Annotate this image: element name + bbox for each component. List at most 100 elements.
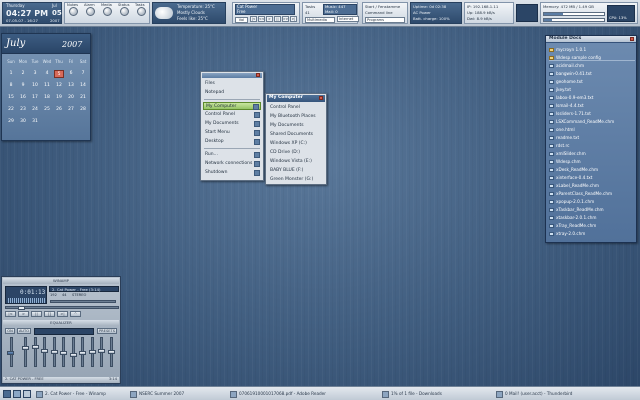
my-computer-item[interactable]: My Bluetooth Places — [268, 113, 324, 121]
seek-bar[interactable] — [5, 306, 119, 310]
eq-band-slider[interactable] — [22, 337, 30, 367]
module-doc-item[interactable]: bangwin-0.41.txt — [549, 70, 635, 77]
eq-on-toggle[interactable]: ON — [5, 328, 15, 334]
calendar-day[interactable]: 18 — [42, 94, 52, 102]
start-label[interactable]: Start / Fenstamme — [365, 5, 400, 9]
pause-button[interactable]: || — [274, 16, 281, 22]
eq-band-slider[interactable] — [60, 337, 68, 367]
start-menu-item-network-connections[interactable]: Network connections — [203, 160, 261, 168]
close-icon[interactable] — [630, 37, 634, 41]
module-doc-item[interactable]: mycroyn 1.0.1 — [549, 46, 635, 53]
eq-band-slider[interactable] — [31, 337, 40, 367]
module-doc-item[interactable]: xTaskbar_ReadMe.chm — [549, 206, 635, 213]
calendar-day[interactable]: 2 — [18, 70, 28, 78]
calendar-day[interactable]: 15 — [6, 94, 16, 102]
calendar-day[interactable]: 22 — [6, 106, 16, 114]
module-doc-item[interactable]: Wdesp.chm — [549, 158, 635, 165]
my-computer-item[interactable]: Control Panel — [268, 104, 324, 112]
programs-button[interactable]: Programs — [365, 17, 405, 23]
calendar-day[interactable]: 24 — [30, 106, 40, 114]
calendar-day[interactable]: 11 — [42, 82, 52, 90]
tasks-icon[interactable] — [137, 7, 146, 16]
taskbar-task[interactable]: NSERC Summer 2007 — [130, 389, 184, 399]
eq-band-slider[interactable] — [41, 337, 49, 367]
alarm-icon[interactable] — [86, 7, 95, 16]
calendar-day[interactable]: 5 — [54, 70, 64, 78]
calendar-day[interactable]: 13 — [66, 82, 76, 90]
equalizer-titlebar[interactable]: EQUALIZER — [3, 320, 119, 326]
weather-widget[interactable]: Temperature: 25°C Mostly Clouds Feels li… — [152, 2, 226, 24]
calendar-day[interactable]: 6 — [66, 70, 76, 78]
calendar-day[interactable]: 31 — [30, 118, 40, 126]
rewind-button[interactable]: << — [258, 16, 265, 22]
calendar-day[interactable]: 12 — [54, 82, 64, 90]
calendar-day[interactable]: 19 — [54, 94, 64, 102]
eq-band-slider[interactable] — [69, 337, 78, 367]
my-computer-item[interactable]: BABY BLUE (F:) — [268, 167, 324, 175]
start-menu-item-files[interactable]: Files — [203, 80, 261, 88]
module-doc-item[interactable]: readme.txt — [549, 134, 635, 141]
eq-presets-button[interactable]: PRESETS — [97, 328, 117, 334]
module-doc-item[interactable]: LSXCommand_ReadMe.chm — [549, 118, 635, 125]
my-computer-item[interactable]: Shared Documents — [268, 131, 324, 139]
start-icon[interactable] — [3, 390, 11, 398]
calendar-day[interactable]: 29 — [6, 118, 16, 126]
module-doc-item[interactable]: lssliders-1.71.txt — [549, 110, 635, 117]
eq-band-slider[interactable] — [107, 337, 116, 367]
my-computer-item[interactable]: Green Monster (G:) — [268, 176, 324, 184]
calendar-day[interactable]: 27 — [66, 106, 76, 114]
start-menu-item-control-panel[interactable]: Control Panel — [203, 111, 261, 119]
start-menu-item-run[interactable]: Run... — [203, 151, 261, 159]
calendar-day[interactable]: 1 — [6, 70, 16, 78]
module-doc-item[interactable]: xTray_ReadMe.chm — [549, 222, 635, 229]
eq-band-slider[interactable] — [88, 337, 97, 367]
my-computer-item[interactable]: Windows XP (C:) — [268, 140, 324, 148]
status-icon[interactable] — [120, 7, 129, 16]
module-doc-item[interactable]: jkey.txt — [549, 86, 635, 93]
volume-slider[interactable] — [50, 300, 116, 303]
calendar-day[interactable]: 26 — [54, 106, 64, 114]
multimedia-button[interactable]: Multimedia — [305, 17, 335, 23]
eq-band-slider[interactable] — [50, 337, 59, 367]
calendar-day[interactable]: 16 — [18, 94, 28, 102]
module-doc-item[interactable]: Wdesp sample config — [549, 54, 635, 61]
module-doc-item[interactable]: xtaskbar-2.0.1.chm — [549, 214, 635, 221]
calendar-day[interactable]: 28 — [78, 106, 88, 114]
eq-auto-toggle[interactable]: AUTO — [17, 328, 31, 334]
calendar-day[interactable]: 7 — [78, 70, 88, 78]
close-icon[interactable] — [319, 96, 323, 100]
calendar-day[interactable]: 9 — [18, 82, 28, 90]
module-doc-item[interactable]: xinterface-0.4.txt — [549, 174, 635, 181]
winamp-pause-button[interactable]: || — [31, 311, 42, 317]
module-doc-item[interactable]: rdst.rc — [549, 142, 635, 149]
calendar-day[interactable]: 23 — [18, 106, 28, 114]
close-icon[interactable] — [256, 73, 260, 77]
module-doc-item[interactable]: xDesk_ReadMe.chm — [549, 166, 635, 173]
nukes-icon[interactable] — [69, 7, 78, 16]
media-icon[interactable] — [103, 7, 112, 16]
winamp-play-button[interactable]: > — [18, 311, 29, 317]
show-desktop-icon[interactable] — [13, 390, 21, 398]
winamp-stop-button[interactable]: [] — [44, 311, 55, 317]
module-doc-item[interactable]: one.html — [549, 126, 635, 133]
my-computer-item[interactable]: CD Drive (D:) — [268, 149, 324, 157]
module-doc-item[interactable]: xmlSlider.chm — [549, 150, 635, 157]
clock-widget[interactable]: Thursday Jul 04:27 PM 05 07-05-07 - 16:2… — [2, 2, 62, 24]
my-computer-item[interactable]: My Documents — [268, 122, 324, 130]
module-doc-item[interactable]: lsmail-4.4.txt — [549, 102, 635, 109]
seek-knob[interactable] — [18, 306, 25, 310]
calendar-day[interactable]: 14 — [78, 82, 88, 90]
start-menu-item-start-menu[interactable]: Start Menu — [203, 129, 261, 137]
eq-band-slider[interactable] — [98, 337, 106, 367]
forward-button[interactable]: >> — [282, 16, 289, 22]
calendar-day[interactable]: 17 — [30, 94, 40, 102]
calendar-day[interactable]: 21 — [78, 94, 88, 102]
taskbar-task[interactable]: 2. Cat Power - Free - Winamp — [36, 389, 106, 399]
preamp-slider[interactable] — [7, 337, 17, 367]
taskbar-task[interactable]: 07061910001017068.pdf - Adobe Reader — [230, 389, 326, 399]
start-menu-item-my-documents[interactable]: My Documents — [203, 120, 261, 128]
next-track-button[interactable]: >| — [290, 16, 297, 22]
module-doc-item[interactable]: xtray-2.0.chm — [549, 230, 635, 237]
taskbar-task[interactable]: 1% of 1 file - Downloads — [382, 389, 442, 399]
calendar-day[interactable]: 4 — [42, 70, 52, 78]
